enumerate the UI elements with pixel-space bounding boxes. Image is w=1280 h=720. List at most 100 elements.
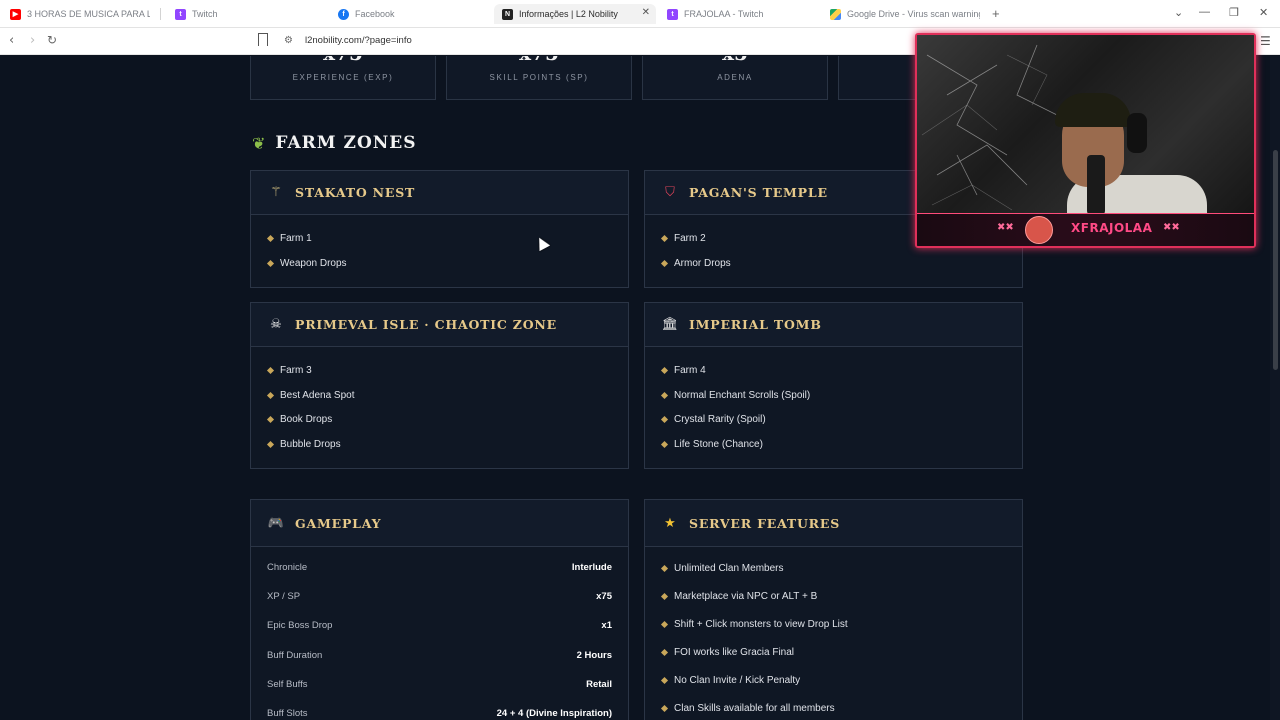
close-window-icon[interactable]: ✕ — [1259, 6, 1268, 19]
list-item: Shift + Click monsters to view Drop List — [660, 610, 1022, 638]
rate-value: x5 — [643, 56, 827, 61]
list-item: Marketplace via NPC or ALT + B — [660, 582, 1022, 610]
zone-title: PRIMEVAL ISLE · CHAOTIC ZONE — [295, 317, 557, 332]
list-item: Unlimited Clan Members — [660, 554, 1022, 582]
diamond-bullet-icon — [660, 564, 669, 572]
diamond-bullet-icon — [660, 234, 669, 242]
farm-zones-heading: ❦ FARM ZONES — [252, 133, 417, 153]
feature-list: Unlimited Clan Members Marketplace via N… — [645, 547, 1022, 720]
google-drive-icon — [830, 8, 841, 20]
microphone-icon — [1087, 155, 1105, 215]
gamepad-icon: 🎮 — [267, 515, 285, 531]
streamer-avatar — [1025, 216, 1053, 244]
tab-divider — [160, 8, 161, 20]
tab-l2nobility[interactable]: N Informações | L2 Nobility ✕ — [494, 4, 656, 24]
tab-list-chevron-icon[interactable]: ⌄ — [1174, 6, 1183, 19]
item-text: Farm 2 — [674, 232, 706, 244]
diamond-bullet-icon — [266, 440, 275, 448]
card-header: ⚚ STAKATO NEST — [251, 171, 628, 215]
star-icon: ★ — [664, 515, 676, 531]
restore-icon[interactable]: ❐ — [1229, 6, 1239, 19]
streamer-banner: ✖✖ XFRAJOLAA ✖✖ — [917, 213, 1254, 246]
rate-card-sp: x75 SKILL POINTS (SP) — [446, 56, 632, 100]
tab-youtube[interactable]: ▶ 3 HORAS DE MUSICA PARA LIVE — [10, 4, 150, 24]
list-item: Book Drops — [266, 407, 628, 432]
webcam-overlay: ✖✖ XFRAJOLAA ✖✖ — [915, 33, 1256, 248]
reload-icon[interactable]: ↻ — [47, 33, 57, 47]
scrollbar-thumb[interactable] — [1273, 150, 1278, 370]
wand-icon: ⚚ — [270, 185, 282, 200]
row-value: Retail — [586, 678, 612, 690]
item-text: Book Drops — [280, 414, 333, 426]
gameplay-row: Buff Slots 24 + 4 (Divine Inspiration) — [251, 699, 628, 720]
diamond-bullet-icon — [660, 592, 669, 600]
item-text: Farm 3 — [280, 364, 312, 376]
item-text: Life Stone (Chance) — [674, 438, 763, 450]
tab-facebook[interactable]: f Facebook — [338, 4, 488, 24]
item-text: Clan Skills available for all members — [674, 702, 835, 714]
row-key: XP / SP — [267, 591, 301, 603]
browser-menu-icon[interactable]: ☰ — [1260, 34, 1271, 48]
row-value: 2 Hours — [576, 649, 612, 661]
tab-google-drive[interactable]: Google Drive - Virus scan warning — [830, 4, 980, 24]
decor-x-icon: ✖✖ — [997, 222, 1014, 233]
tab-label: Twitch — [192, 9, 218, 19]
tab-label: Google Drive - Virus scan warning — [847, 9, 980, 19]
item-text: Unlimited Clan Members — [674, 562, 784, 574]
item-text: No Clan Invite / Kick Penalty — [674, 674, 801, 686]
row-key: Chronicle — [267, 562, 308, 574]
new-tab-button[interactable]: + — [992, 6, 1000, 21]
row-value: Interlude — [571, 562, 612, 574]
gameplay-row: XP / SP x75 — [251, 582, 628, 611]
tab-twitch[interactable]: t Twitch — [175, 4, 325, 24]
tab-frajolaa[interactable]: t FRAJOLAA - Twitch — [667, 4, 817, 24]
zone-title: PAGAN'S TEMPLE — [689, 185, 828, 200]
rate-card-adena: x5 ADENA — [642, 56, 828, 100]
tab-label: FRAJOLAA - Twitch — [684, 9, 764, 19]
streamer-name: XFRAJOLAA — [1071, 221, 1153, 235]
server-features-card: ★ SERVER FEATURES Unlimited Clan Members… — [644, 499, 1023, 720]
diamond-bullet-icon — [266, 259, 275, 267]
diamond-bullet-icon — [660, 391, 669, 399]
tab-label: Facebook — [355, 9, 395, 19]
list-item: Normal Enchant Scrolls (Spoil) — [660, 383, 1022, 408]
item-text: Marketplace via NPC or ALT + B — [674, 590, 818, 602]
rate-label: ADENA — [717, 73, 753, 82]
item-text: Shift + Click monsters to view Drop List — [674, 618, 848, 630]
section-title: FARM ZONES — [275, 133, 417, 153]
zone-items: Farm 3 Best Adena Spot Book Drops Bubble… — [251, 347, 628, 457]
list-item: Farm 1 — [266, 226, 628, 251]
list-item: Weapon Drops — [266, 251, 628, 276]
notion-icon: N — [502, 8, 513, 20]
facebook-icon: f — [338, 8, 349, 20]
row-key: Self Buffs — [267, 678, 308, 690]
rate-label: SKILL POINTS (SP) — [489, 73, 589, 82]
site-info-icon[interactable]: ⚙ — [284, 35, 293, 46]
forward-icon[interactable]: › — [30, 33, 35, 48]
item-text: FOI works like Gracia Final — [674, 646, 795, 658]
zone-title: STAKATO NEST — [295, 185, 416, 200]
tab-label: Informações | L2 Nobility — [519, 9, 618, 19]
streamer-cap — [1055, 93, 1131, 127]
zone-items: Farm 1 Weapon Drops — [251, 215, 628, 275]
diamond-bullet-icon — [266, 391, 275, 399]
card-header: ★ SERVER FEATURES — [645, 500, 1022, 547]
gameplay-row: Chronicle Interlude — [251, 553, 628, 582]
item-text: Armor Drops — [674, 257, 731, 269]
diamond-bullet-icon — [660, 620, 669, 628]
row-key: Buff Duration — [267, 649, 323, 661]
item-text: Weapon Drops — [280, 257, 347, 269]
tab-label: 3 HORAS DE MUSICA PARA LIVE — [27, 9, 150, 19]
close-tab-icon[interactable]: ✕ — [642, 7, 650, 18]
minimize-icon[interactable]: — — [1199, 6, 1210, 18]
list-item: Clan Skills available for all members — [660, 694, 1022, 720]
item-text: Farm 1 — [280, 232, 312, 244]
card-header: ☠ PRIMEVAL ISLE · CHAOTIC ZONE — [251, 303, 628, 347]
url-input[interactable]: l2nobility.com/?page=info — [305, 35, 412, 46]
gameplay-card: 🎮 GAMEPLAY Chronicle Interlude XP / SP x75… — [250, 499, 629, 720]
bookmark-icon[interactable] — [258, 33, 268, 46]
diamond-bullet-icon — [660, 440, 669, 448]
card-header: 🎮 GAMEPLAY — [251, 500, 628, 547]
back-icon[interactable]: ‹ — [9, 33, 14, 48]
skull-icon: ☠ — [270, 317, 282, 332]
